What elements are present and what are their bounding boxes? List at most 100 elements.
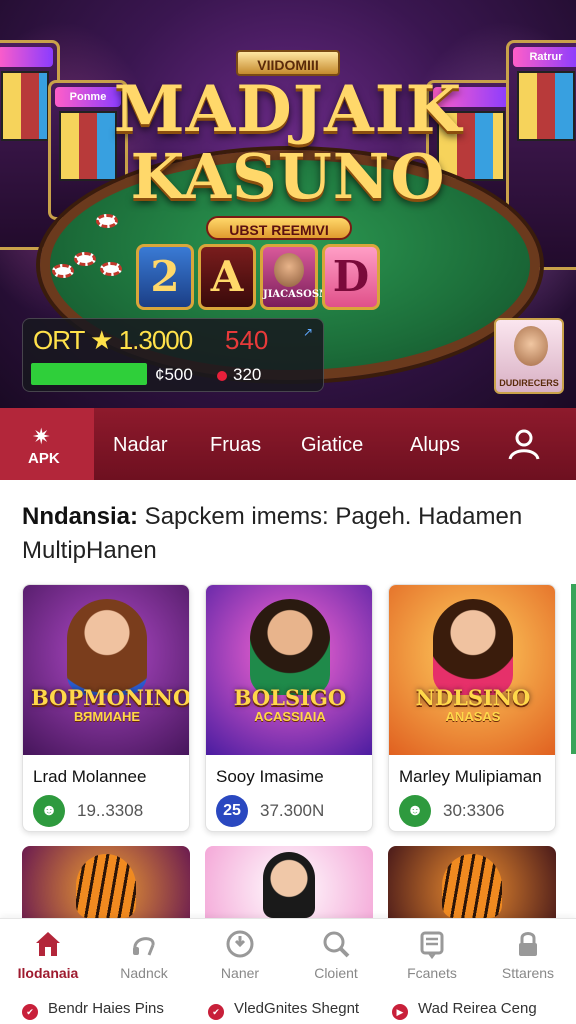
apk-label: APK (28, 450, 60, 467)
portrait-icon (514, 326, 548, 366)
hero-title-line2: KASUNO (130, 140, 446, 213)
nav-item-nadar[interactable]: Nadar (113, 434, 167, 457)
power-icon (226, 930, 254, 958)
tab-label: Nadnck (120, 965, 168, 981)
chip-icon (96, 214, 118, 228)
footer-link-label: Bendr Haies Pins (48, 1000, 164, 1017)
number-badge: 25 (216, 795, 248, 827)
tiger-image (76, 854, 136, 918)
expand-arrow-icon[interactable]: ↗ (303, 325, 313, 339)
reel-1: 2 (136, 244, 194, 310)
slot-screen (517, 71, 575, 141)
check-icon: ✔ (208, 1004, 224, 1020)
headline-bold: Nndansia: (22, 503, 139, 530)
nav-item-giatice[interactable]: Giatice (301, 434, 363, 457)
tab-label: Ilodanaia (17, 965, 79, 981)
jackpot-red-value: 540 (225, 325, 269, 355)
chip-icon (52, 264, 74, 278)
footer-link[interactable]: ▶ Wad Reirea Ceng (392, 1000, 537, 1020)
progress-bar (31, 363, 147, 385)
tab-label: Cloient (314, 965, 358, 981)
sparkle-icon: ✷ (32, 424, 51, 449)
game-card[interactable]: NDLSINO ANASAS Marley Mulipiaman ☻ 30:33… (388, 584, 556, 832)
game-card-title: Marley Mulipiaman (399, 767, 542, 786)
game-card-art: BOLSIGO ACASSIAIA (206, 585, 372, 755)
balance-b: 320 (233, 365, 262, 384)
home-icon (36, 932, 60, 956)
footer-ticker: ✔ Bendr Haies Pins ✔ VledGnites Shegnt ▶ Wa… (0, 994, 576, 1024)
game-card-partial[interactable] (22, 846, 190, 918)
hero-title-line1: MADJAIK (113, 72, 463, 147)
lock-icon (519, 932, 537, 956)
game-card-banner: BOLSIGO (233, 685, 347, 710)
footer-link[interactable]: ✔ VledGnites Shegnt (208, 1000, 359, 1020)
hero-banner[interactable]: Ponme Ratrur VIIDOMIII MADJAIK KASUNO UB… (0, 0, 576, 408)
balance-a: ¢500 (155, 365, 193, 384)
footer-link[interactable]: ✔ Bendr Haies Pins (22, 1000, 164, 1020)
play-icon: ▶ (392, 1004, 408, 1020)
game-card-banner-sub: ACASSIAIA (254, 709, 326, 724)
game-card-count: 37.300N (260, 801, 325, 820)
slot-reels: 2 A JIACASOSNE D (136, 244, 380, 310)
nav-item-alups[interactable]: Alups (410, 434, 460, 457)
tab-naner[interactable]: Naner (192, 919, 288, 995)
footer-link-label: Wad Reirea Ceng (418, 1000, 537, 1017)
tab-cloient[interactable]: Cloient (288, 919, 384, 995)
game-card-art: NDLSINO ANASAS (389, 585, 555, 755)
reel-4: D (322, 244, 380, 310)
game-card-banner: BOPMONINO (31, 685, 190, 710)
slot-sign-right: Ratrur (513, 47, 576, 67)
game-card-count: 30:3306 (443, 801, 505, 820)
portrait-icon (274, 253, 304, 287)
reel-2: A (198, 244, 256, 310)
promo-card[interactable]: DUDIRECERS (494, 318, 564, 394)
host-image (250, 599, 330, 695)
bottom-tab-bar: Ilodanaia Nadnck Naner Cloient Fcanets S… (0, 918, 576, 994)
hostess-image (433, 599, 513, 695)
headline: Nndansia: Sapckem imems: Pageh. Hadamen … (22, 500, 556, 568)
game-card-partial[interactable] (388, 846, 556, 918)
footer-link-label: VledGnites Shegnt (234, 1000, 360, 1017)
reel-3: JIACASOSNE (260, 244, 336, 310)
slot-sign (0, 47, 53, 67)
jackpot-score: ORT ★ 1.3000 (33, 325, 193, 355)
tab-label: Fcanets (407, 965, 457, 981)
game-card-title: Sooy Imasime (216, 767, 324, 786)
tab-fcanets[interactable]: Fcanets (384, 919, 480, 995)
hero-title: MADJAIK KASUNO (100, 78, 476, 208)
avatar-badge-icon: ☻ (399, 795, 431, 827)
game-card[interactable]: BOLSIGO ACASSIAIA Sooy Imasime 25 37.300… (205, 584, 373, 832)
headset-icon (133, 937, 155, 956)
promo-card-caption: DUDIRECERS (499, 378, 559, 388)
chip-icon (74, 252, 96, 266)
game-card[interactable]: BOPMONINO ВЯМИАНЕ Lrad Molannee ☻ 19..33… (22, 584, 190, 832)
game-card-art: BOPMONINO ВЯМИАНЕ (23, 585, 190, 755)
slot-screen (1, 71, 49, 141)
user-icon[interactable] (506, 426, 542, 462)
next-card-edge (571, 584, 576, 754)
top-nav: ✷ APK Nadar Fruas Giatice Alups (0, 408, 576, 480)
hostess-image (67, 599, 147, 695)
avatar-badge-icon: ☻ (33, 795, 65, 827)
tab-nadnck[interactable]: Nadnck (96, 919, 192, 995)
game-card-count: 19..3308 (77, 801, 144, 820)
tab-home[interactable]: Ilodanaia (0, 919, 96, 995)
apk-button[interactable]: ✷ APK (0, 408, 94, 480)
jackpot-stats-panel: ORT ★ 1.3000 540 ↗ ¢500 320 (22, 318, 324, 392)
game-card-banner-sub: ВЯМИАНЕ (73, 709, 141, 724)
hostess-image (263, 852, 315, 918)
game-card-title: Lrad Molannee (33, 767, 147, 786)
red-dot-icon (217, 371, 227, 381)
chip-icon (100, 262, 122, 276)
hero-ribbon: UBST REEMIVI (206, 216, 352, 240)
game-card-banner: NDLSINO (415, 685, 531, 710)
check-icon: ✔ (22, 1004, 38, 1020)
tiger-image (442, 854, 502, 918)
nav-item-fruas[interactable]: Fruas (210, 434, 261, 457)
tab-sttarens[interactable]: Sttarens (480, 919, 576, 995)
tab-label: Naner (220, 965, 260, 981)
search-icon (323, 931, 350, 958)
document-icon (420, 931, 444, 959)
game-card-partial[interactable] (205, 846, 373, 918)
tab-label: Sttarens (501, 965, 555, 981)
